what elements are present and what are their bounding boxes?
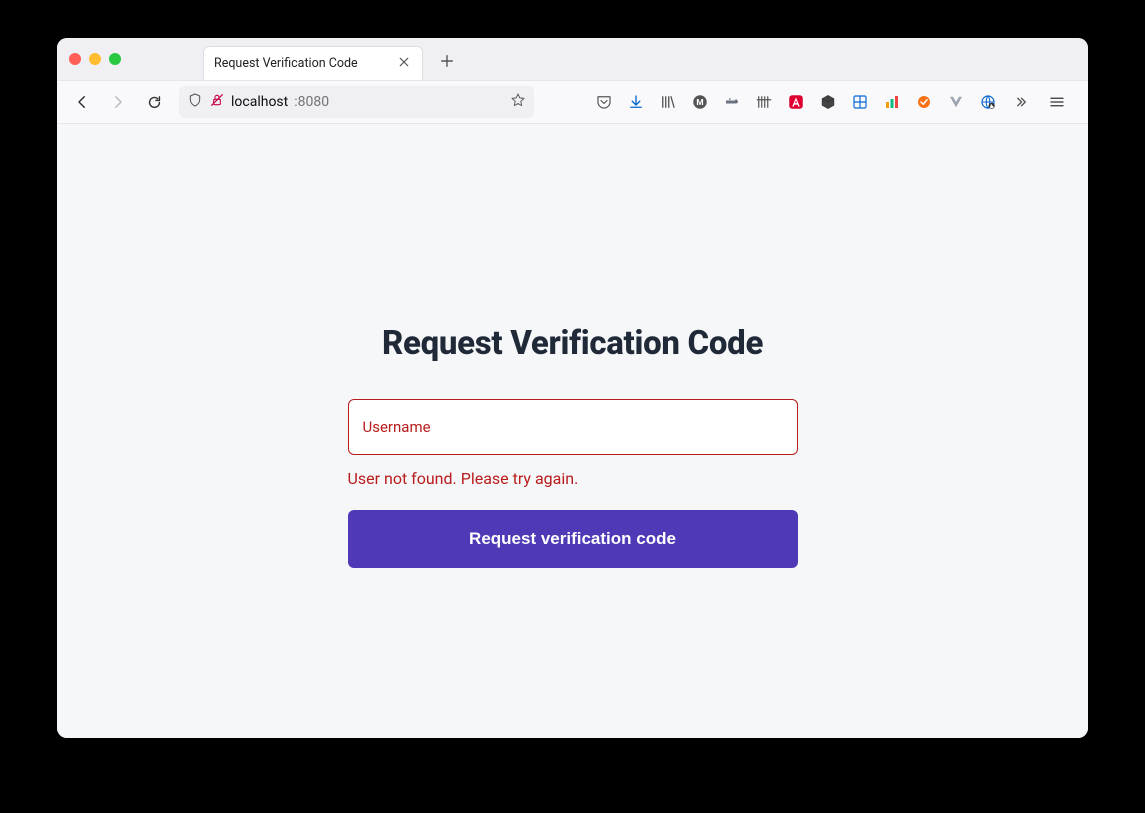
username-field[interactable]: Username <box>348 399 798 455</box>
extension-globe-icon[interactable] <box>978 92 998 112</box>
tab-title: Request Verification Code <box>214 56 396 71</box>
pocket-icon[interactable] <box>594 92 614 112</box>
extension-angular-icon[interactable] <box>786 92 806 112</box>
forward-button[interactable] <box>103 87 133 117</box>
page-title: Request Verification Code <box>348 324 798 363</box>
insecure-lock-icon[interactable] <box>209 92 225 112</box>
browser-tab[interactable]: Request Verification Code <box>203 46 423 80</box>
error-message: User not found. Please try again. <box>348 469 798 488</box>
browser-window: Request Verification Code <box>57 38 1088 738</box>
request-code-button[interactable]: Request verification code <box>348 510 798 568</box>
bookmark-star-icon[interactable] <box>510 92 526 112</box>
tab-bar: Request Verification Code <box>57 38 1088 80</box>
extension-grid-icon[interactable] <box>850 92 870 112</box>
window-close-button[interactable] <box>69 53 81 65</box>
extension-cube-icon[interactable] <box>818 92 838 112</box>
back-button[interactable] <box>67 87 97 117</box>
extension-chart-icon[interactable] <box>882 92 902 112</box>
app-menu-button[interactable] <box>1042 87 1072 117</box>
extension-docker-icon[interactable] <box>722 92 742 112</box>
reload-button[interactable] <box>139 87 169 117</box>
new-tab-button[interactable] <box>433 47 461 75</box>
library-icon[interactable] <box>658 92 678 112</box>
url-port: :8080 <box>294 94 329 110</box>
window-controls <box>69 53 121 65</box>
page-content: Request Verification Code Username User … <box>57 124 1088 738</box>
extension-medium-icon[interactable]: M <box>690 92 710 112</box>
svg-text:M: M <box>696 98 703 108</box>
shield-icon[interactable] <box>187 92 203 112</box>
downloads-icon[interactable] <box>626 92 646 112</box>
address-bar[interactable]: localhost :8080 <box>179 86 534 118</box>
extension-circle-icon[interactable] <box>914 92 934 112</box>
url-host: localhost <box>231 94 288 110</box>
extension-vue-icon[interactable] <box>946 92 966 112</box>
extensions-row: M <box>540 87 1078 117</box>
overflow-icon[interactable] <box>1010 92 1030 112</box>
window-fullscreen-button[interactable] <box>109 53 121 65</box>
browser-toolbar: localhost :8080 M <box>57 80 1088 124</box>
close-tab-icon[interactable] <box>396 56 412 72</box>
username-label: Username <box>363 418 431 436</box>
verification-form: Request Verification Code Username User … <box>348 324 798 568</box>
window-minimize-button[interactable] <box>89 53 101 65</box>
extension-grid-lines-icon[interactable] <box>754 92 774 112</box>
